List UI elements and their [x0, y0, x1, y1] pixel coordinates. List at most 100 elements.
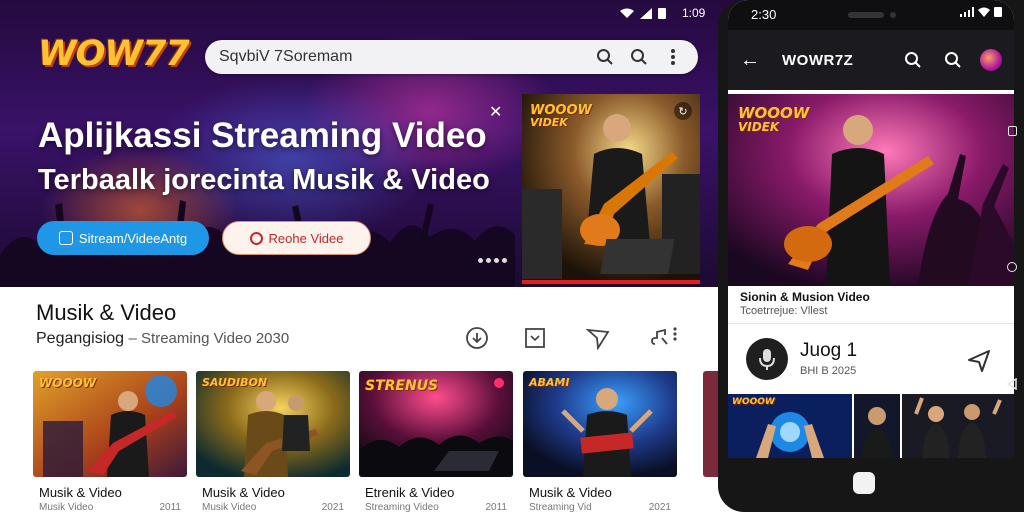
- search-icon[interactable]: [902, 49, 924, 71]
- microphone-icon: [759, 349, 775, 370]
- video-card[interactable]: STRENUS Etrenik & Video Streaming Video 2…: [359, 371, 513, 512]
- phone-thumbnail[interactable]: [902, 394, 1014, 458]
- watch-video-button[interactable]: Reohe Videe: [222, 221, 371, 255]
- video-title: Musik & Video: [39, 485, 122, 500]
- phone-video-logo: WOOOW VIDEK: [738, 104, 810, 134]
- phone-video-title: Sionin & Musion Video: [740, 290, 870, 304]
- hero-subtitle: Terbaalk jorecinta Musik & Video: [38, 164, 490, 196]
- phone-thumbnail[interactable]: [854, 394, 900, 458]
- search-bar: [205, 40, 698, 74]
- search-input[interactable]: [219, 48, 582, 66]
- video-card[interactable]: WOOOW Musik & Video Musik Video 2011: [33, 371, 187, 512]
- video-row: WOOOW Musik & Video Musik Video 2011 SAUD…: [33, 371, 723, 512]
- carousel-dots[interactable]: [478, 258, 507, 263]
- video-logo: ABAMI: [529, 376, 570, 389]
- avatar[interactable]: [980, 49, 1002, 71]
- search-icon[interactable]: [594, 46, 616, 68]
- crop-icon[interactable]: [523, 326, 547, 355]
- section-subtitle: Pegangisiog – Streaming Video 2030: [36, 330, 289, 348]
- section-title: Musik & Video: [36, 300, 177, 325]
- video-meta: Streaming Vid 2021: [523, 500, 677, 512]
- video-card[interactable]: SAUDIBON Musik & Video Musik Video 2021: [196, 371, 350, 512]
- video-meta-right: 2021: [648, 502, 671, 512]
- status-bar: 1:09: [620, 6, 705, 20]
- wifi-icon: [620, 8, 634, 18]
- section-subtitle-a: Pegangisiog: [36, 330, 125, 347]
- video-meta: Musik Video 2021: [196, 500, 350, 512]
- phone-app-title: WOWR7Z: [782, 51, 854, 69]
- video-meta-right: 2021: [321, 502, 344, 512]
- record-icon: [249, 231, 263, 245]
- video-meta-left: Streaming Video: [365, 502, 439, 512]
- home-icon[interactable]: [1007, 262, 1017, 272]
- thumbnail-logo: WOOOW VIDEK: [530, 104, 592, 128]
- phone-video-logo-line1: WOOOW: [738, 104, 810, 122]
- phone-status-bar: 2:30: [728, 0, 1014, 30]
- recents-icon[interactable]: [1007, 126, 1017, 136]
- phone-video-logo-line2: VIDEK: [738, 120, 780, 134]
- video-title: Musik & Video: [202, 485, 285, 500]
- video-meta-left: Musik Video: [202, 502, 257, 512]
- video-thumbnail: ABAMI: [523, 371, 677, 477]
- phone-thumbnail-row: WOOOW: [728, 394, 1014, 458]
- close-icon[interactable]: ✕: [489, 102, 502, 122]
- more-vert-icon[interactable]: [662, 46, 684, 68]
- divider: [728, 323, 1014, 324]
- search-icon[interactable]: [628, 46, 650, 68]
- video-title: Musik & Video: [529, 485, 612, 500]
- section-subtitle-b: – Streaming Video 2030: [128, 330, 290, 347]
- video-thumbnail: WOOOW: [33, 371, 187, 477]
- battery-icon: [994, 7, 1002, 17]
- battery-icon: [658, 8, 666, 19]
- wifi-icon: [978, 7, 990, 17]
- back-arrow-icon[interactable]: ←: [740, 49, 768, 72]
- video-meta: Streaming Video 2011: [359, 500, 513, 512]
- phone-screen: 2:30 ← WOWR7Z WOOOW VIDEK Sionin & Musio…: [728, 0, 1014, 458]
- phone-video-subtitle: Tcoetrrejue: Vllest: [740, 305, 828, 317]
- app-logo[interactable]: WOW77: [38, 34, 190, 74]
- video-thumbnail: STRENUS: [359, 371, 513, 477]
- video-meta: Musik Video 2011: [33, 500, 187, 512]
- watch-video-label: Reohe Videe: [268, 230, 344, 246]
- phone-mockup: 2:30 ← WOWR7Z WOOOW VIDEK Sionin & Musio…: [718, 0, 1024, 512]
- channel-name[interactable]: Juog 1: [800, 340, 857, 362]
- video-meta-right: 2011: [485, 502, 507, 512]
- music-note-icon[interactable]: [649, 326, 673, 355]
- share-icon[interactable]: [966, 348, 992, 374]
- back-icon[interactable]: [1007, 378, 1017, 390]
- video-logo: STRENUS: [365, 378, 439, 394]
- video-logo: WOOOW: [39, 376, 97, 390]
- video-thumbnail: SAUDIBON: [196, 371, 350, 477]
- phone-status-time: 2:30: [751, 7, 777, 22]
- stream-video-label: Sitream/VideeAntg: [78, 230, 188, 246]
- search-icon[interactable]: [942, 49, 964, 71]
- refresh-icon[interactable]: ↻: [674, 102, 692, 120]
- download-icon[interactable]: [465, 326, 489, 355]
- status-time: 1:09: [682, 6, 706, 20]
- phone-video-player[interactable]: WOOOW VIDEK: [728, 94, 1014, 286]
- phone-thumbnail-logo: WOOOW: [732, 397, 775, 407]
- video-meta-left: Musik Video: [39, 502, 94, 512]
- video-meta-left: Streaming Vid: [529, 502, 592, 512]
- video-title: Etrenik & Video: [365, 485, 455, 500]
- more-vert-icon[interactable]: [672, 326, 678, 347]
- play-icon: [58, 231, 73, 245]
- signal-icon: [640, 7, 652, 19]
- channel-subtitle: BHI B 2025: [800, 365, 857, 377]
- channel-avatar[interactable]: [746, 338, 788, 380]
- video-meta-right: 2011: [159, 502, 181, 512]
- home-button[interactable]: [853, 472, 875, 494]
- video-card[interactable]: ABAMI Musik & Video Streaming Vid 2021: [523, 371, 677, 512]
- send-icon[interactable]: [585, 326, 610, 355]
- hero-title: Aplijkassi Streaming Video: [38, 116, 487, 155]
- phone-thumbnail[interactable]: WOOOW: [728, 394, 852, 458]
- camera-dot: [890, 12, 896, 18]
- phone-status-icons: [960, 6, 1002, 17]
- hero-thumbnail[interactable]: WOOOW VIDEK ↻: [522, 94, 700, 284]
- stream-video-button[interactable]: Sitream/VideeAntg: [37, 221, 209, 255]
- video-logo: SAUDIBON: [202, 376, 268, 389]
- thumbnail-logo-line2: VIDEK: [530, 116, 568, 129]
- camera-notch: [848, 12, 884, 18]
- phone-app-bar: ← WOWR7Z: [728, 30, 1014, 90]
- signal-icon: [960, 6, 974, 17]
